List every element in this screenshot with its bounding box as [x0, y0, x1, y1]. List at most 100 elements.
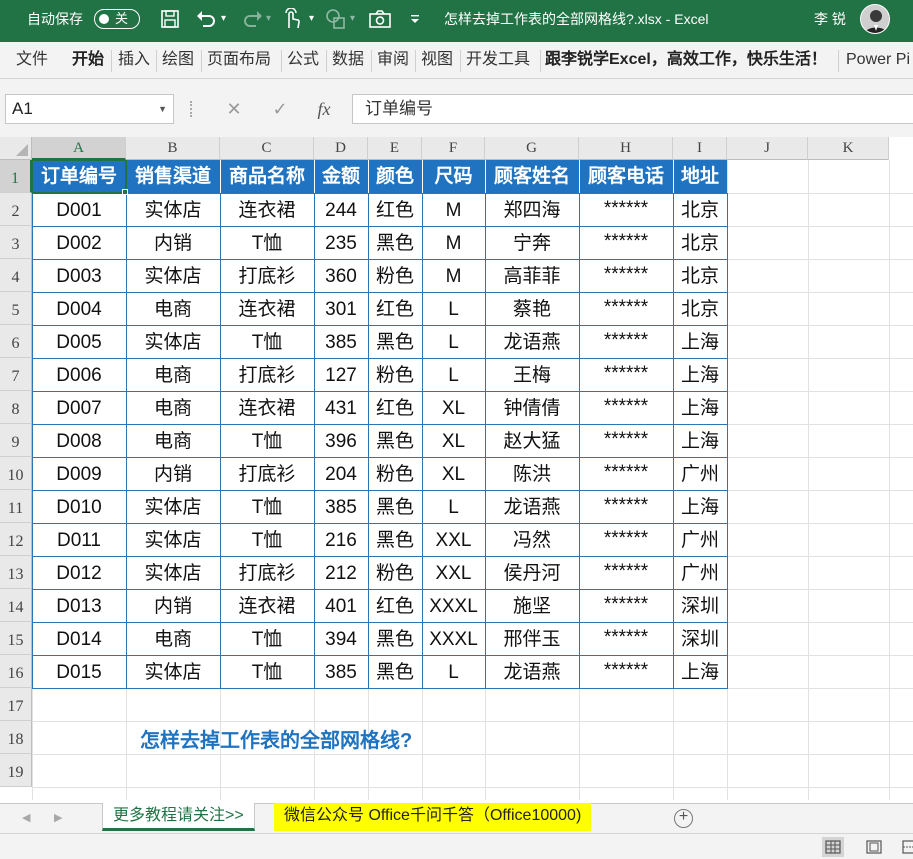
add-sheet-icon[interactable]: +	[674, 809, 693, 828]
column-header-b[interactable]: B	[126, 137, 220, 160]
normal-view-icon[interactable]	[822, 837, 844, 857]
touch-dropdown-icon[interactable]: ▾	[309, 0, 314, 42]
row-header-15[interactable]: 15	[0, 622, 32, 655]
sheet-tab-more-tutorials[interactable]: 更多教程请关注>>	[102, 803, 255, 831]
table-cell[interactable]: 粉色	[368, 358, 422, 391]
table-cell[interactable]: D009	[32, 457, 126, 490]
table-cell[interactable]: 粉色	[368, 259, 422, 292]
table-cell[interactable]: 127	[314, 358, 368, 391]
camera-icon[interactable]	[367, 6, 393, 32]
table-cell[interactable]: 396	[314, 424, 368, 457]
row-header-4[interactable]: 4	[0, 259, 32, 292]
table-cell[interactable]: 上海	[673, 655, 727, 688]
worksheet-grid[interactable]: 订单编号 销售渠道 商品名称 金额 颜色 尺码 顾客姓名 顾客电话 地址 D001 实体店 连衣裙 24…	[0, 137, 913, 803]
column-header-c[interactable]: C	[220, 137, 314, 160]
table-cell[interactable]: 内销	[126, 226, 220, 259]
row-header-19[interactable]: 19	[0, 754, 32, 787]
table-cell[interactable]: ******	[579, 457, 673, 490]
cancel-icon[interactable]: ✕	[222, 94, 246, 124]
row-header-10[interactable]: 10	[0, 457, 32, 490]
tab-formulas[interactable]: 公式	[287, 42, 319, 78]
table-cell[interactable]: 301	[314, 292, 368, 325]
table-cell[interactable]: M	[422, 193, 485, 226]
table-cell[interactable]: D010	[32, 490, 126, 523]
table-cell[interactable]: 连衣裙	[220, 292, 314, 325]
table-cell[interactable]: D004	[32, 292, 126, 325]
table-cell[interactable]: 360	[314, 259, 368, 292]
table-cell[interactable]: 深圳	[673, 589, 727, 622]
table-cell[interactable]: T恤	[220, 523, 314, 556]
table-cell[interactable]: 施坚	[485, 589, 579, 622]
row-header-17[interactable]: 17	[0, 688, 32, 721]
table-cell[interactable]: 北京	[673, 259, 727, 292]
table-cell[interactable]: 冯然	[485, 523, 579, 556]
tab-page-layout[interactable]: 页面布局	[207, 42, 271, 78]
table-cell[interactable]: ******	[579, 490, 673, 523]
redo-dropdown-icon[interactable]: ▾	[266, 0, 271, 42]
table-cell[interactable]: XXXL	[422, 622, 485, 655]
table-cell[interactable]: 电商	[126, 358, 220, 391]
table-cell[interactable]: 黑色	[368, 226, 422, 259]
table-cell[interactable]: T恤	[220, 622, 314, 655]
undo-icon[interactable]	[193, 6, 219, 32]
tab-insert[interactable]: 插入	[118, 42, 150, 78]
table-cell[interactable]: ******	[579, 259, 673, 292]
table-cell[interactable]: 连衣裙	[220, 391, 314, 424]
table-cell[interactable]: 黑色	[368, 523, 422, 556]
formula-bar-grip[interactable]	[190, 101, 193, 117]
tab-custom-slogan[interactable]: 跟李锐学Excel，高效工作，快乐生活！	[545, 42, 827, 78]
row-header-2[interactable]: 2	[0, 193, 32, 226]
table-cell[interactable]: ******	[579, 325, 673, 358]
table-cell[interactable]: ******	[579, 226, 673, 259]
row-header-14[interactable]: 14	[0, 589, 32, 622]
table-header-cell[interactable]: 销售渠道	[126, 160, 220, 193]
table-cell[interactable]: 上海	[673, 424, 727, 457]
page-break-view-icon[interactable]	[898, 837, 913, 857]
column-header-i[interactable]: I	[673, 137, 727, 160]
table-cell[interactable]: 王梅	[485, 358, 579, 391]
table-cell[interactable]: 电商	[126, 424, 220, 457]
table-cell[interactable]: T恤	[220, 226, 314, 259]
name-box-dropdown-icon[interactable]: ▼	[158, 95, 167, 123]
table-cell[interactable]: D008	[32, 424, 126, 457]
row-header-8[interactable]: 8	[0, 391, 32, 424]
table-cell[interactable]: T恤	[220, 490, 314, 523]
table-cell[interactable]: ******	[579, 358, 673, 391]
table-cell[interactable]: 红色	[368, 292, 422, 325]
table-cell[interactable]: ******	[579, 523, 673, 556]
save-icon[interactable]	[157, 6, 183, 32]
table-cell[interactable]: ******	[579, 193, 673, 226]
table-header-cell[interactable]: 颜色	[368, 160, 422, 193]
table-cell[interactable]: 连衣裙	[220, 193, 314, 226]
table-cell[interactable]: 蔡艳	[485, 292, 579, 325]
table-cell[interactable]: 216	[314, 523, 368, 556]
table-cell[interactable]: D014	[32, 622, 126, 655]
table-cell[interactable]: 电商	[126, 622, 220, 655]
shapes-dropdown-icon[interactable]: ▾	[350, 0, 355, 42]
table-cell[interactable]: 244	[314, 193, 368, 226]
insert-function-icon[interactable]: fx	[311, 94, 337, 124]
table-cell[interactable]: ******	[579, 391, 673, 424]
table-cell[interactable]: 侯丹河	[485, 556, 579, 589]
column-header-a[interactable]: A	[32, 137, 126, 160]
table-header-cell[interactable]: 商品名称	[220, 160, 314, 193]
table-cell[interactable]: 内销	[126, 589, 220, 622]
table-cell[interactable]: 钟倩倩	[485, 391, 579, 424]
table-cell[interactable]: 实体店	[126, 655, 220, 688]
table-cell[interactable]: 连衣裙	[220, 589, 314, 622]
user-name[interactable]: 李 锐	[814, 0, 846, 42]
tab-power-pivot[interactable]: Power Pi	[846, 42, 910, 78]
column-header-k[interactable]: K	[808, 137, 889, 160]
undo-dropdown-icon[interactable]: ▾	[221, 0, 226, 42]
table-cell[interactable]: 黑色	[368, 490, 422, 523]
name-box[interactable]: A1 ▼	[5, 94, 174, 124]
table-cell[interactable]: 电商	[126, 391, 220, 424]
row-header-9[interactable]: 9	[0, 424, 32, 457]
table-cell[interactable]: 陈洪	[485, 457, 579, 490]
table-cell[interactable]: 打底衫	[220, 358, 314, 391]
user-avatar[interactable]	[860, 4, 890, 34]
table-cell[interactable]: D011	[32, 523, 126, 556]
page-layout-view-icon[interactable]	[863, 837, 885, 857]
table-cell[interactable]: 实体店	[126, 523, 220, 556]
autosave-toggle[interactable]: 关	[94, 9, 140, 29]
